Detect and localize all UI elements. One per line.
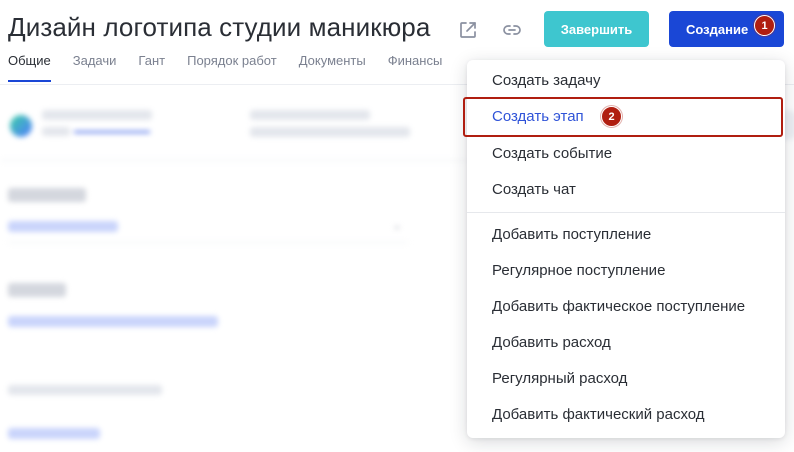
menu-item-add-income[interactable]: Добавить поступление bbox=[492, 226, 651, 243]
menu-item-create-task[interactable]: Создать задачу bbox=[492, 72, 600, 89]
menu-item-add-actual-income[interactable]: Добавить фактическое поступление bbox=[492, 298, 745, 315]
step-badge-2: 2 bbox=[601, 106, 622, 127]
menu-item-recurring-income[interactable]: Регулярное поступление bbox=[492, 262, 665, 279]
blurred-label bbox=[8, 385, 162, 395]
avatar bbox=[10, 115, 32, 137]
menu-divider bbox=[467, 212, 785, 213]
tab-documents[interactable]: Документы bbox=[299, 53, 366, 68]
tab-gantt[interactable]: Гант bbox=[138, 53, 165, 68]
menu-item-create-event[interactable]: Создать событие bbox=[492, 145, 612, 162]
blurred-heading bbox=[8, 188, 86, 202]
create-button-label: Создание bbox=[686, 21, 749, 37]
blurred-label bbox=[250, 110, 370, 120]
finish-button[interactable]: Завершить bbox=[544, 11, 649, 47]
tab-tasks[interactable]: Задачи bbox=[73, 53, 117, 68]
blurred-link bbox=[8, 316, 218, 327]
tab-general[interactable]: Общие bbox=[8, 53, 51, 68]
blurred-heading bbox=[8, 283, 66, 297]
blurred-text bbox=[250, 127, 410, 137]
blurred-text bbox=[42, 127, 70, 136]
blurred-link bbox=[8, 428, 100, 439]
tab-bar: Общие Задачи Гант Порядок работ Документ… bbox=[8, 53, 464, 68]
tab-workflow[interactable]: Порядок работ bbox=[187, 53, 277, 68]
section-divider bbox=[8, 242, 408, 243]
page-title: Дизайн логотипа студии маникюра bbox=[8, 12, 431, 42]
link-icon[interactable] bbox=[500, 18, 524, 42]
blurred-label bbox=[42, 110, 152, 120]
blurred-link bbox=[8, 221, 118, 232]
chevron-down-icon: ⌄ bbox=[392, 218, 403, 232]
blurred-progress bbox=[74, 131, 150, 133]
menu-item-add-expense[interactable]: Добавить расход bbox=[492, 334, 611, 351]
tab-finance[interactable]: Финансы bbox=[388, 53, 443, 68]
section-divider bbox=[0, 160, 470, 161]
external-link-icon[interactable] bbox=[456, 18, 480, 42]
active-tab-indicator bbox=[8, 80, 51, 82]
menu-item-recurring-expense[interactable]: Регулярный расход bbox=[492, 370, 627, 387]
step-badge-1: 1 bbox=[754, 15, 775, 36]
menu-item-add-actual-expense[interactable]: Добавить фактический расход bbox=[492, 406, 705, 423]
menu-item-create-chat[interactable]: Создать чат bbox=[492, 181, 576, 198]
highlight-box bbox=[463, 97, 783, 137]
